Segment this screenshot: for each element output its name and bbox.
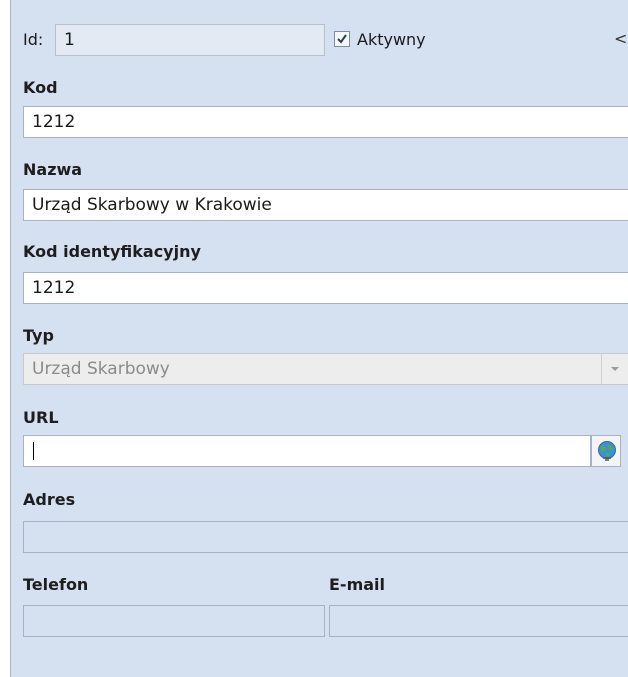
typ-label: Typ	[23, 326, 54, 345]
collapse-icon[interactable]: <	[614, 29, 627, 48]
chevron-down-icon[interactable]	[601, 354, 628, 384]
typ-select[interactable]: Urząd Skarbowy	[23, 353, 628, 385]
email-label: E-mail	[329, 575, 386, 594]
active-checkbox[interactable]	[334, 31, 350, 47]
url-label: URL	[23, 408, 59, 427]
kod-identyfikacyjny-label: Kod identyfikacyjny	[23, 242, 201, 261]
kod-label: Kod	[23, 78, 58, 97]
open-url-button[interactable]	[591, 435, 621, 467]
nazwa-label: Nazwa	[23, 160, 83, 179]
active-label[interactable]: Aktywny	[357, 30, 426, 49]
text-cursor	[33, 442, 34, 460]
adres-field[interactable]	[23, 521, 628, 553]
url-input[interactable]	[23, 435, 591, 467]
telefon-field[interactable]	[23, 605, 325, 637]
checkmark-icon	[337, 34, 347, 44]
id-field: 1	[55, 24, 325, 56]
adres-label: Adres	[23, 490, 76, 509]
email-field[interactable]	[329, 605, 628, 637]
form-panel: Id: 1 Aktywny < Kod 1212 Nazwa Urząd Ska…	[10, 0, 628, 677]
globe-icon	[598, 441, 616, 461]
kod-input[interactable]: 1212	[23, 106, 628, 138]
typ-value: Urząd Skarbowy	[32, 359, 170, 379]
kod-identyfikacyjny-input[interactable]: 1212	[23, 272, 628, 304]
nazwa-input[interactable]: Urząd Skarbowy w Krakowie	[23, 189, 628, 221]
telefon-label: Telefon	[23, 575, 89, 594]
id-label: Id:	[23, 30, 44, 49]
